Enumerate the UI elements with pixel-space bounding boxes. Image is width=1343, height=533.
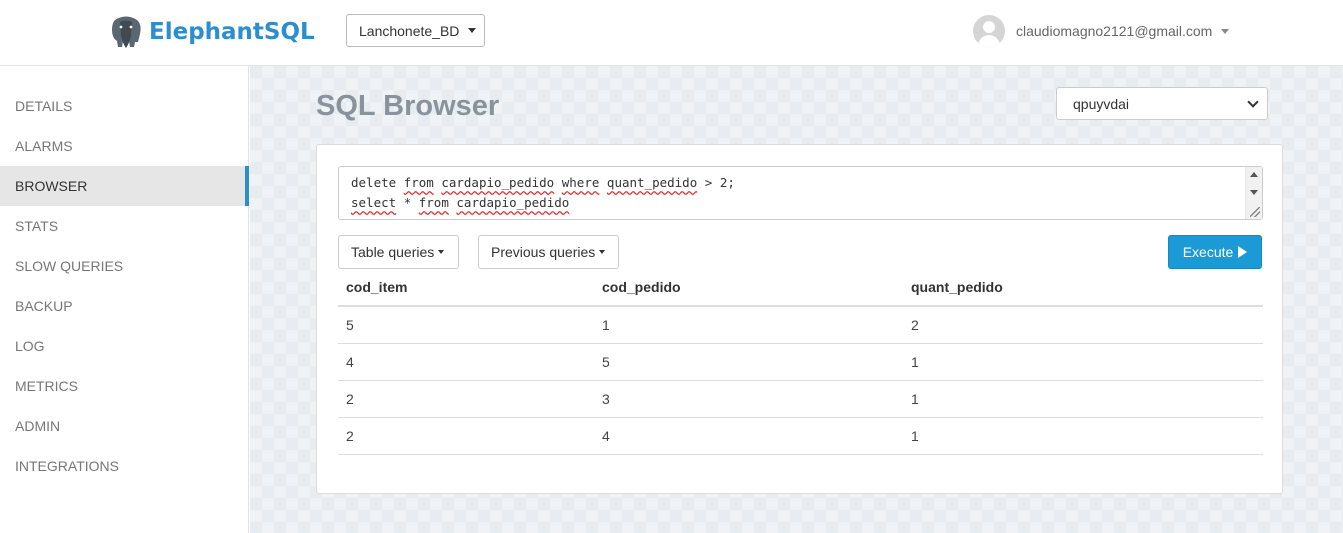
instance-name: Lanchonete_BD — [359, 22, 460, 39]
user-email: claudiomagno2121@gmail.com — [1016, 23, 1213, 39]
table-row: 2 4 1 — [338, 417, 1263, 455]
table-cell: 1 — [594, 306, 903, 344]
sql-line-1: delete from cardapio_pedido where quant_… — [351, 175, 735, 190]
caret-down-icon — [438, 250, 445, 254]
previous-queries-label: Previous queries — [491, 244, 596, 260]
logo-text: ElephantSQL — [149, 19, 315, 45]
sidebar-item-stats[interactable]: STATS — [0, 206, 249, 246]
sidebar-item-details[interactable]: DETAILS — [0, 86, 249, 126]
top-header: ElephantSQL Lanchonete_BD claudiomagno21… — [0, 0, 1343, 66]
sidebar-item-integrations[interactable]: INTEGRATIONS — [0, 446, 249, 486]
editor-scrollbar[interactable] — [1245, 167, 1262, 219]
sidebar-item-browser[interactable]: BROWSER — [0, 166, 249, 206]
sql-editor[interactable]: delete from cardapio_pedido where quant_… — [338, 166, 1263, 220]
table-queries-button[interactable]: Table queries — [338, 235, 459, 269]
caret-down-icon — [1221, 28, 1230, 34]
sidebar-item-backup[interactable]: BACKUP — [0, 286, 249, 326]
table-cell: 1 — [903, 343, 1263, 381]
database-select[interactable]: qpuyvdai — [1056, 87, 1268, 120]
sql-line-2: select * from cardapio_pedido — [351, 195, 570, 210]
page-title: SQL Browser — [316, 90, 500, 122]
instance-selector[interactable]: Lanchonete_BD — [346, 14, 485, 47]
table-cell: 3 — [594, 380, 903, 418]
table-row: 5 1 2 — [338, 306, 1263, 344]
caret-down-icon — [599, 250, 606, 254]
previous-queries-button[interactable]: Previous queries — [478, 235, 619, 269]
database-select-value: qpuyvdai — [1073, 95, 1130, 112]
table-cell: 4 — [338, 343, 594, 381]
sidebar-item-metrics[interactable]: METRICS — [0, 366, 249, 406]
table-cell: 2 — [903, 306, 1263, 344]
table-cell: 2 — [338, 380, 594, 418]
caret-down-icon — [468, 28, 477, 33]
scroll-down-icon[interactable] — [1250, 190, 1258, 195]
table-row: 2 3 1 — [338, 380, 1263, 418]
table-cell: 5 — [594, 343, 903, 381]
column-header[interactable]: cod_pedido — [594, 269, 903, 307]
play-icon — [1238, 246, 1248, 258]
results-table: cod_item cod_pedido quant_pedido 5 1 2 4… — [338, 269, 1263, 455]
table-row: 4 5 1 — [338, 343, 1263, 381]
resize-handle-icon[interactable] — [1250, 207, 1260, 217]
chevron-down-icon — [1247, 95, 1259, 108]
execute-button[interactable]: Execute — [1168, 235, 1262, 269]
sidebar-item-alarms[interactable]: ALARMS — [0, 126, 249, 166]
table-cell: 1 — [903, 417, 1263, 455]
sidebar-item-log[interactable]: LOG — [0, 326, 249, 366]
sidebar-item-admin[interactable]: ADMIN — [0, 406, 249, 446]
main-content: SQL Browser qpuyvdai delete from cardapi… — [250, 66, 1343, 533]
table-queries-label: Table queries — [351, 244, 435, 260]
elephant-logo-icon — [112, 16, 141, 48]
avatar — [973, 15, 1005, 47]
table-cell: 2 — [338, 417, 594, 455]
column-header[interactable]: quant_pedido — [903, 269, 1263, 307]
logo[interactable]: ElephantSQL — [109, 13, 315, 51]
table-header-row: cod_item cod_pedido quant_pedido — [338, 269, 1263, 307]
sidebar-item-slow-queries[interactable]: SLOW QUERIES — [0, 246, 249, 286]
table-cell: 5 — [338, 306, 594, 344]
execute-label: Execute — [1182, 244, 1234, 260]
query-panel: delete from cardapio_pedido where quant_… — [316, 144, 1283, 494]
sidebar-nav: DETAILS ALARMS BROWSER STATS SLOW QUERIE… — [0, 66, 249, 533]
scroll-up-icon[interactable] — [1250, 172, 1258, 177]
column-header[interactable]: cod_item — [338, 269, 594, 307]
user-menu[interactable]: claudiomagno2121@gmail.com — [973, 15, 1230, 47]
table-cell: 1 — [903, 380, 1263, 418]
table-cell: 4 — [594, 417, 903, 455]
